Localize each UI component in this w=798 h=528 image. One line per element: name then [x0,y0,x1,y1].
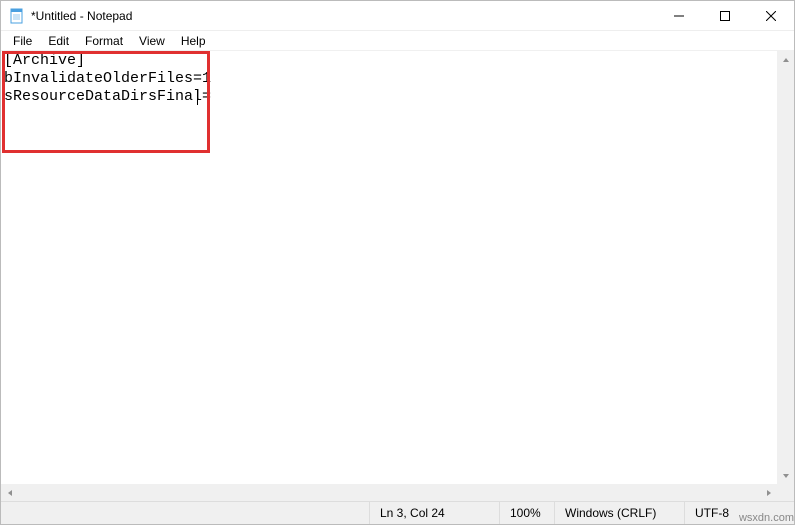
text-editor[interactable]: [Archive] bInvalidateOlderFiles=1 sResou… [1,51,777,484]
menubar: File Edit Format View Help [1,31,794,51]
close-button[interactable] [748,1,794,30]
hscroll-track[interactable] [18,484,760,501]
horizontal-scrollbar[interactable] [1,484,777,501]
titlebar[interactable]: *Untitled - Notepad [1,1,794,31]
window-controls [656,1,794,30]
editor-area: [Archive] bInvalidateOlderFiles=1 sResou… [1,51,794,501]
window-title: *Untitled - Notepad [31,9,656,23]
vscroll-track[interactable] [777,68,794,467]
statusbar: Ln 3, Col 24 100% Windows (CRLF) UTF-8 [1,501,794,524]
scroll-right-icon[interactable] [760,484,777,501]
scroll-up-icon[interactable] [777,51,794,68]
menu-help[interactable]: Help [173,32,214,50]
notepad-icon [9,8,25,24]
status-eol: Windows (CRLF) [554,502,684,524]
vertical-scrollbar[interactable] [777,51,794,484]
text-caret [197,89,198,105]
menu-edit[interactable]: Edit [40,32,77,50]
status-lncol: Ln 3, Col 24 [369,502,499,524]
watermark-text: wsxdn.com [739,512,794,524]
menu-format[interactable]: Format [77,32,131,50]
scroll-down-icon[interactable] [777,467,794,484]
scroll-left-icon[interactable] [1,484,18,501]
status-zoom: 100% [499,502,554,524]
menu-file[interactable]: File [5,32,40,50]
notepad-window: *Untitled - Notepad File Edit Format Vie… [0,0,795,525]
scroll-corner [777,484,794,501]
menu-view[interactable]: View [131,32,173,50]
minimize-button[interactable] [656,1,702,30]
maximize-button[interactable] [702,1,748,30]
